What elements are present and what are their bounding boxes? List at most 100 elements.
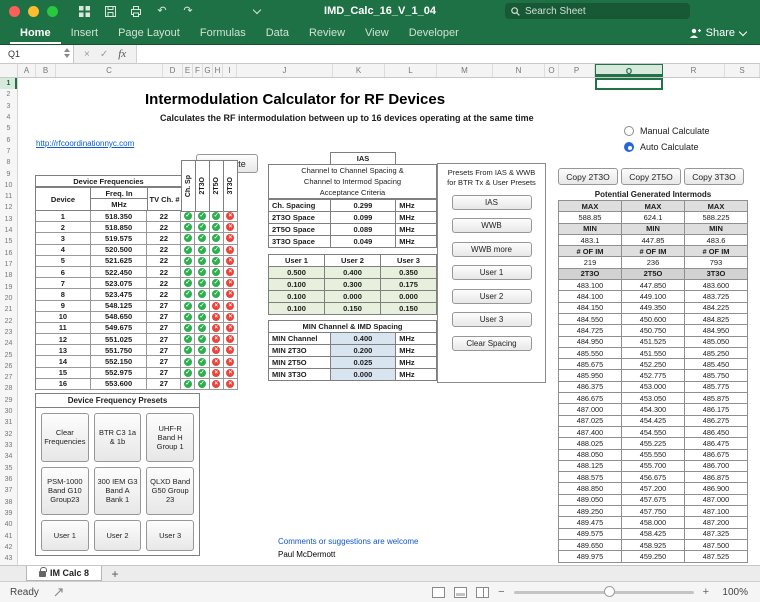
zoom-in-button[interactable]: + (703, 586, 709, 598)
apps-grid-icon[interactable] (78, 5, 90, 17)
user1-value-cell[interactable]: 0.100 (269, 303, 325, 314)
formula-input[interactable] (137, 45, 760, 63)
2t3o-frequency-cell[interactable]: 488.850 (559, 483, 622, 493)
2t3o-frequency-cell[interactable]: 487.000 (559, 404, 622, 414)
row-header-19[interactable]: 19 (0, 282, 17, 293)
device-tv-channel-cell[interactable]: 22 (147, 211, 181, 221)
device-tv-channel-cell[interactable]: 27 (147, 301, 181, 311)
2t3o-frequency-cell[interactable]: 484.725 (559, 325, 622, 335)
2t5o-frequency-cell[interactable]: 454.550 (622, 427, 685, 437)
3t3o-frequency-cell[interactable]: 484.950 (685, 325, 748, 335)
3t3o-frequency-cell[interactable]: 485.750 (685, 370, 748, 380)
column-header-K[interactable]: K (333, 64, 385, 77)
device-number-cell[interactable]: 2 (36, 222, 91, 232)
device-number-cell[interactable]: 15 (36, 368, 91, 378)
3t3o-frequency-cell[interactable]: 486.450 (685, 427, 748, 437)
spacing-value-cell[interactable]: 0.099 (331, 212, 397, 223)
row-header-28[interactable]: 28 (0, 383, 17, 394)
max-value-cell[interactable]: 588.85 (559, 212, 622, 222)
row-header-24[interactable]: 24 (0, 338, 17, 349)
device-tv-channel-cell[interactable]: 27 (147, 379, 181, 389)
device-tv-channel-cell[interactable]: 22 (147, 267, 181, 277)
device-frequency-cell[interactable]: 551.025 (91, 334, 148, 344)
row-header-26[interactable]: 26 (0, 361, 17, 372)
2t3o-frequency-cell[interactable]: 484.550 (559, 314, 622, 324)
active-cell-q1[interactable] (595, 78, 663, 90)
website-link[interactable]: http://rfcoordinationnyc.com (36, 139, 134, 148)
device-frequency-cell[interactable]: 522.450 (91, 267, 148, 277)
user2-value-cell[interactable]: 0.000 (325, 291, 381, 302)
user3-value-cell[interactable]: 0.150 (381, 303, 437, 314)
column-header-J[interactable]: J (237, 64, 333, 77)
count-value-cell[interactable]: 219 (559, 257, 622, 267)
device-number-cell[interactable]: 10 (36, 312, 91, 322)
page-layout-view-icon[interactable] (454, 587, 467, 598)
3t3o-frequency-cell[interactable]: 485.775 (685, 382, 748, 392)
2t3o-frequency-cell[interactable]: 489.250 (559, 506, 622, 516)
device-number-cell[interactable]: 16 (36, 379, 91, 389)
save-icon[interactable] (104, 5, 116, 17)
device-tv-channel-cell[interactable]: 27 (147, 323, 181, 333)
device-frequency-cell[interactable]: 519.575 (91, 233, 148, 243)
print-icon[interactable] (130, 5, 142, 17)
3t3o-frequency-cell[interactable]: 485.050 (685, 337, 748, 347)
row-header-16[interactable]: 16 (0, 248, 17, 259)
2t3o-frequency-cell[interactable]: 488.125 (559, 461, 622, 471)
2t5o-frequency-cell[interactable]: 457.750 (622, 506, 685, 516)
device-tv-channel-cell[interactable]: 27 (147, 356, 181, 366)
3t3o-frequency-cell[interactable]: 485.875 (685, 393, 748, 403)
2t5o-frequency-cell[interactable]: 457.200 (622, 483, 685, 493)
device-frequency-cell[interactable]: 553.600 (91, 379, 148, 389)
undo-icon[interactable]: ↶ (156, 5, 168, 17)
sheet-content[interactable]: Intermodulation Calculator for RF Device… (18, 78, 760, 565)
device-number-cell[interactable]: 5 (36, 256, 91, 266)
zoom-slider[interactable] (514, 586, 694, 598)
row-header-4[interactable]: 4 (0, 112, 17, 123)
row-header-32[interactable]: 32 (0, 429, 17, 440)
frequency-preset-button[interactable]: User 3 (146, 520, 194, 551)
device-frequency-cell[interactable]: 551.750 (91, 345, 148, 355)
ribbon-tab-insert[interactable]: Insert (61, 23, 109, 44)
user1-value-cell[interactable]: 0.100 (269, 279, 325, 290)
row-header-30[interactable]: 30 (0, 406, 17, 417)
3t3o-frequency-cell[interactable]: 487.000 (685, 495, 748, 505)
2t5o-frequency-cell[interactable]: 451.525 (622, 337, 685, 347)
2t5o-frequency-cell[interactable]: 455.700 (622, 461, 685, 471)
frequency-preset-button[interactable]: User 1 (41, 520, 89, 551)
row-header-3[interactable]: 3 (0, 101, 17, 112)
copy-intermods-button[interactable]: Copy 2T3O (558, 168, 618, 185)
2t5o-frequency-cell[interactable]: 459.250 (622, 551, 685, 561)
normal-view-icon[interactable] (432, 587, 445, 598)
device-number-cell[interactable]: 12 (36, 334, 91, 344)
2t3o-frequency-cell[interactable]: 486.675 (559, 393, 622, 403)
column-header-M[interactable]: M (437, 64, 493, 77)
2t5o-frequency-cell[interactable]: 449.100 (622, 291, 685, 301)
row-header-40[interactable]: 40 (0, 519, 17, 530)
name-box-stepper[interactable] (64, 48, 70, 58)
row-header-21[interactable]: 21 (0, 304, 17, 315)
3t3o-frequency-cell[interactable]: 487.500 (685, 540, 748, 550)
user1-value-cell[interactable]: 0.100 (269, 291, 325, 302)
spacing-value-cell[interactable]: 0.089 (331, 224, 397, 235)
2t3o-frequency-cell[interactable]: 488.025 (559, 438, 622, 448)
count-value-cell[interactable]: 793 (685, 257, 748, 267)
row-header-34[interactable]: 34 (0, 451, 17, 462)
search-input[interactable]: Search Sheet (505, 3, 690, 19)
user1-value-cell[interactable]: 0.500 (269, 267, 325, 278)
frequency-preset-button[interactable]: User 2 (94, 520, 142, 551)
device-frequency-cell[interactable]: 552.975 (91, 368, 148, 378)
user2-value-cell[interactable]: 0.400 (325, 267, 381, 278)
count-value-cell[interactable]: 236 (622, 257, 685, 267)
device-tv-channel-cell[interactable]: 27 (147, 368, 181, 378)
row-header-17[interactable]: 17 (0, 259, 17, 270)
frequency-preset-button[interactable]: PSM-1000 Band G10 Group23 (41, 467, 89, 516)
2t3o-frequency-cell[interactable]: 485.950 (559, 370, 622, 380)
user2-value-cell[interactable]: 0.150 (325, 303, 381, 314)
2t3o-frequency-cell[interactable]: 488.575 (559, 472, 622, 482)
copy-intermods-button[interactable]: Copy 2T5O (621, 168, 681, 185)
close-window-button[interactable] (9, 6, 20, 17)
column-header-A[interactable]: A (18, 64, 36, 77)
2t5o-frequency-cell[interactable]: 450.750 (622, 325, 685, 335)
column-header-N[interactable]: N (493, 64, 545, 77)
ribbon-tab-developer[interactable]: Developer (399, 23, 469, 44)
